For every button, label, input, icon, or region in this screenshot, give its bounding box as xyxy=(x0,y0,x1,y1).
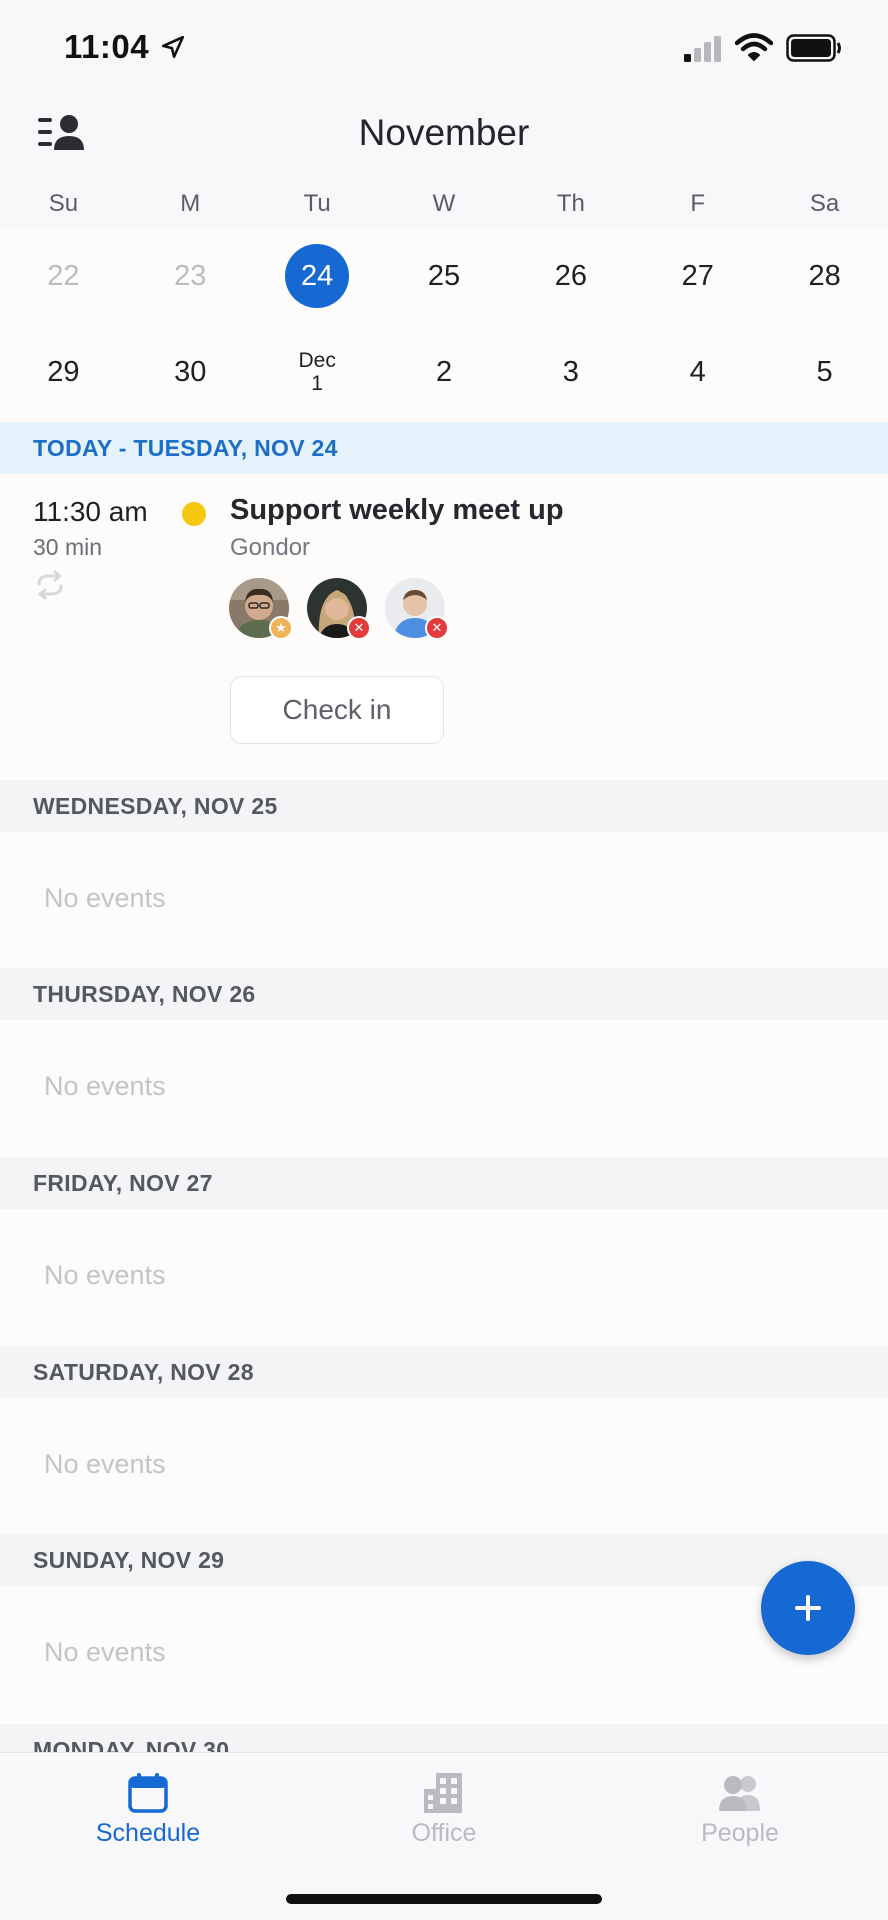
day-number: 24 xyxy=(285,244,350,308)
day-number: 29 xyxy=(47,355,80,388)
declined-badge-icon: ✕ xyxy=(425,616,449,640)
weekday-label: W xyxy=(432,190,456,217)
calendar-week-row: 29 30 Dec 1 2 3 4 5 xyxy=(0,324,888,420)
day-section-header: SATURDAY, NOV 28 xyxy=(0,1346,888,1398)
day-number: 30 xyxy=(174,355,207,388)
calendar-day[interactable]: 3 xyxy=(507,324,634,420)
weekday-labels: Su M Tu W Th F Sa xyxy=(0,190,888,224)
status-time: 11:04 xyxy=(64,28,150,65)
calendar-day[interactable]: 22 xyxy=(0,228,127,324)
cellular-signal-icon xyxy=(684,36,721,62)
repeat-icon xyxy=(37,570,63,600)
day-number: 2 xyxy=(435,355,453,388)
weekday-label: Tu xyxy=(303,190,331,217)
plus-icon xyxy=(795,1595,821,1621)
event-duration: 30 min xyxy=(33,534,103,560)
wifi-icon xyxy=(735,33,773,61)
day-section-header: WEDNESDAY, NOV 25 xyxy=(0,780,888,832)
weekday-label: Sa xyxy=(809,190,840,217)
day-number: 5 xyxy=(816,355,833,388)
day-number: 25 xyxy=(427,259,461,292)
day-section-header: MONDAY, NOV 30 xyxy=(0,1724,888,1752)
calendar-day[interactable]: 25 xyxy=(381,228,508,324)
event-item[interactable]: 11:30 am 30 min Support weekly meet up G… xyxy=(0,474,888,780)
event-location: Gondor xyxy=(230,534,311,561)
calendar-day-selected[interactable]: 24 xyxy=(254,228,381,324)
tab-label: Schedule xyxy=(95,1819,201,1847)
status-bar: 11:04 xyxy=(0,0,888,98)
add-event-button[interactable] xyxy=(761,1561,855,1655)
calendar-day[interactable]: 28 xyxy=(761,228,888,324)
star-badge-icon: ★ xyxy=(269,616,293,640)
day-number: 4 xyxy=(689,355,706,388)
day-number: 3 xyxy=(562,355,579,388)
check-in-button[interactable]: Check in xyxy=(230,676,444,744)
calendar-day[interactable]: 27 xyxy=(634,228,761,324)
calendar-day[interactable]: 23 xyxy=(127,228,254,324)
no-events-text: No events xyxy=(44,1071,166,1101)
tab-people[interactable]: People xyxy=(640,1771,840,1848)
tab-office[interactable]: Office xyxy=(344,1771,544,1848)
event-time: 11:30 am xyxy=(33,496,148,527)
event-status-dot xyxy=(182,502,206,526)
partial-section: MONDAY, NOV 30 xyxy=(0,1724,888,1752)
calendar-day[interactable]: 5 xyxy=(761,324,888,420)
weekday-label: Th xyxy=(556,190,585,217)
day-number: 27 xyxy=(681,259,714,292)
weekday-label: M xyxy=(180,190,201,217)
day-number: 26 xyxy=(554,259,587,292)
declined-badge-icon: ✕ xyxy=(347,616,371,640)
calendar-day[interactable]: 29 xyxy=(0,324,127,420)
tab-label: People xyxy=(701,1819,779,1847)
day-number: 23 xyxy=(174,259,207,292)
day-section-header: THURSDAY, NOV 26 xyxy=(0,968,888,1020)
month-label: Dec xyxy=(298,348,336,372)
day-section-header: SUNDAY, NOV 29 xyxy=(0,1534,888,1586)
day-number: 28 xyxy=(808,259,841,292)
avatar[interactable]: ★ xyxy=(229,578,293,640)
people-icon xyxy=(719,1776,760,1811)
weekday-label: F xyxy=(690,190,706,217)
avatar[interactable]: ✕ xyxy=(385,578,449,640)
avatar[interactable]: ✕ xyxy=(307,578,371,640)
calendar-header: November Su M Tu W Th F Sa xyxy=(0,98,888,228)
weekday-label: Su xyxy=(48,190,79,217)
no-events-text: No events xyxy=(44,883,166,913)
no-events-text: No events xyxy=(44,1449,166,1479)
event-title: Support weekly meet up xyxy=(230,494,564,526)
calendar-week-row: 22 23 24 25 26 27 28 xyxy=(0,228,888,324)
calendar-day[interactable]: 30 xyxy=(127,324,254,420)
day-section-header: FRIDAY, NOV 27 xyxy=(0,1157,888,1209)
tab-label: Office xyxy=(411,1819,477,1847)
building-icon xyxy=(424,1773,462,1813)
calendar-day[interactable]: 2 xyxy=(381,324,508,420)
no-events-text: No events xyxy=(44,1260,166,1290)
month-title: November xyxy=(358,112,530,153)
day-number: 22 xyxy=(47,259,80,292)
attendee-avatars: ★ ✕ ✕ xyxy=(229,578,449,640)
today-section-header: TODAY - TUESDAY, NOV 24 xyxy=(0,422,888,474)
calendar-day[interactable]: 26 xyxy=(507,228,634,324)
calendar-day[interactable]: 4 xyxy=(634,324,761,420)
tab-schedule[interactable]: Schedule xyxy=(48,1771,248,1848)
calendar-day[interactable]: Dec 1 xyxy=(254,324,381,420)
calendar-icon xyxy=(128,1773,168,1813)
day-number: 1 xyxy=(311,372,323,395)
battery-icon xyxy=(786,34,841,62)
no-events-text: No events xyxy=(44,1637,166,1667)
location-arrow-icon xyxy=(161,35,185,59)
home-indicator xyxy=(286,1894,602,1904)
calendar-grid: 22 23 24 25 26 27 28 29 30 Dec 1 2 3 4 5 xyxy=(0,228,888,422)
